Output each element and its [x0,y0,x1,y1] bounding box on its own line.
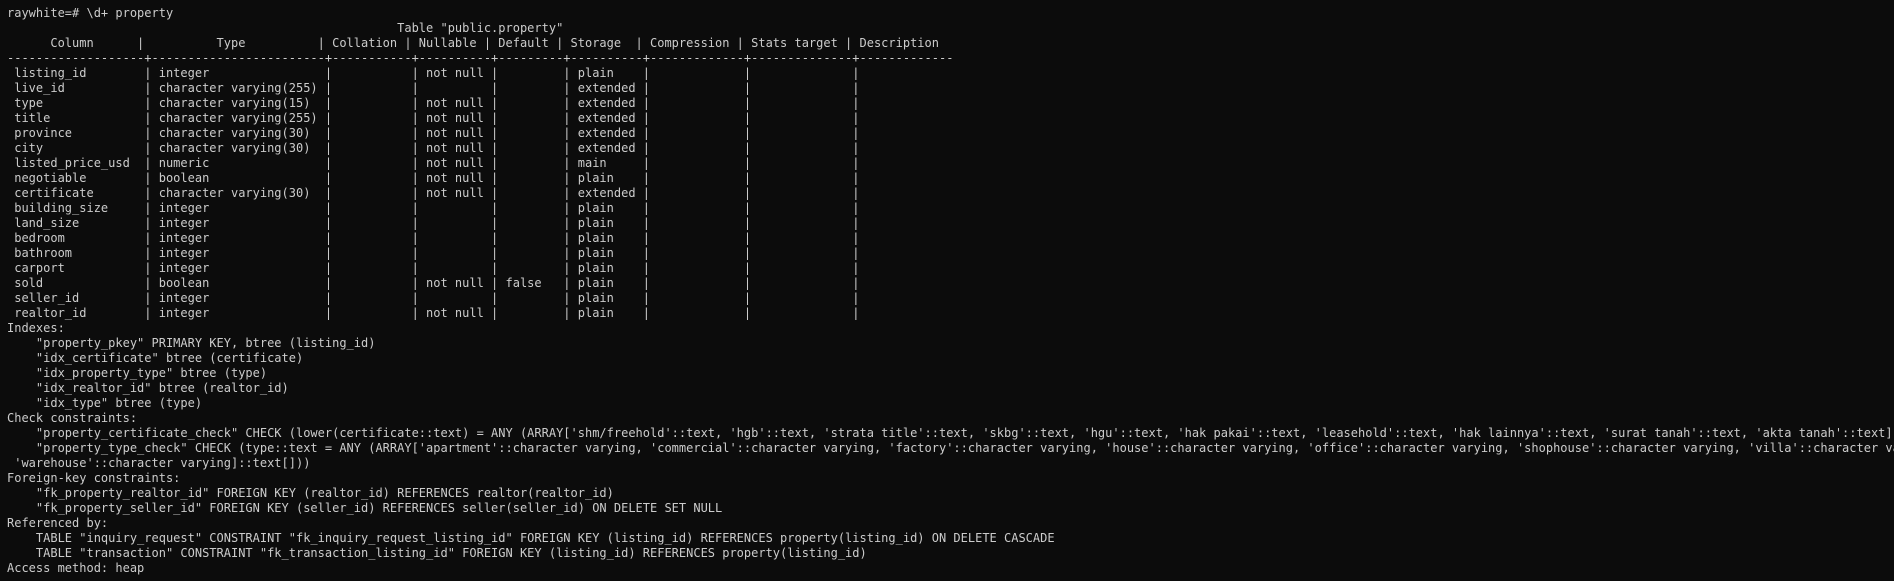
terminal-line: TABLE "inquiry_request" CONSTRAINT "fk_i… [7,531,1055,545]
terminal-line: 'warehouse'::character varying]::text[])… [7,456,311,470]
terminal-line: "property_certificate_check" CHECK (lowe… [7,426,1894,440]
terminal-line: "idx_property_type" btree (type) [7,366,268,380]
terminal-line: -------------------+--------------------… [7,51,954,65]
terminal-line: realtor_id | integer | | not null | | pl… [7,306,860,320]
terminal-line: bedroom | integer | | | | plain | | | [7,231,860,245]
terminal-line: Check constraints: [7,411,138,425]
terminal-line: seller_id | integer | | | | plain | | | [7,291,860,305]
terminal-line: "fk_property_realtor_id" FOREIGN KEY (re… [7,486,614,500]
terminal-line: Referenced by: [7,516,109,530]
terminal-line: Indexes: [7,321,65,335]
terminal-line: building_size | integer | | | | plain | … [7,201,860,215]
terminal-line: carport | integer | | | | plain | | | [7,261,860,275]
terminal-line: city | character varying(30) | | not nul… [7,141,860,155]
terminal-line: "idx_certificate" btree (certificate) [7,351,304,365]
terminal-line: "fk_property_seller_id" FOREIGN KEY (sel… [7,501,723,515]
terminal-line: title | character varying(255) | | not n… [7,111,860,125]
terminal-line: Access method: heap [7,561,145,575]
terminal-line: bathroom | integer | | | | plain | | | [7,246,860,260]
terminal-window[interactable]: raywhite=# \d+ property Table "public.pr… [0,0,1894,581]
terminal-line: listing_id | integer | | not null | | pl… [7,66,860,80]
terminal-line: Table "public.property" [7,21,564,35]
terminal-line: TABLE "transaction" CONSTRAINT "fk_trans… [7,546,867,560]
terminal-line: Foreign-key constraints: [7,471,181,485]
terminal-line: Column | Type | Collation | Nullable | D… [7,36,939,50]
terminal-line: certificate | character varying(30) | | … [7,186,860,200]
terminal-line: "idx_type" btree (type) [7,396,203,410]
terminal-line: negotiable | boolean | | not null | | pl… [7,171,860,185]
terminal-line: province | character varying(30) | | not… [7,126,860,140]
terminal-line: live_id | character varying(255) | | | |… [7,81,860,95]
terminal-line: "idx_realtor_id" btree (realtor_id) [7,381,289,395]
terminal-line: land_size | integer | | | | plain | | | [7,216,860,230]
terminal-line: sold | boolean | | not null | false | pl… [7,276,860,290]
terminal-line: type | character varying(15) | | not nul… [7,96,860,110]
terminal-line: raywhite=# \d+ property [7,6,174,20]
terminal-line: listed_price_usd | numeric | | not null … [7,156,860,170]
terminal-line: "property_pkey" PRIMARY KEY, btree (list… [7,336,376,350]
terminal-line: "property_type_check" CHECK (type::text … [7,441,1894,455]
